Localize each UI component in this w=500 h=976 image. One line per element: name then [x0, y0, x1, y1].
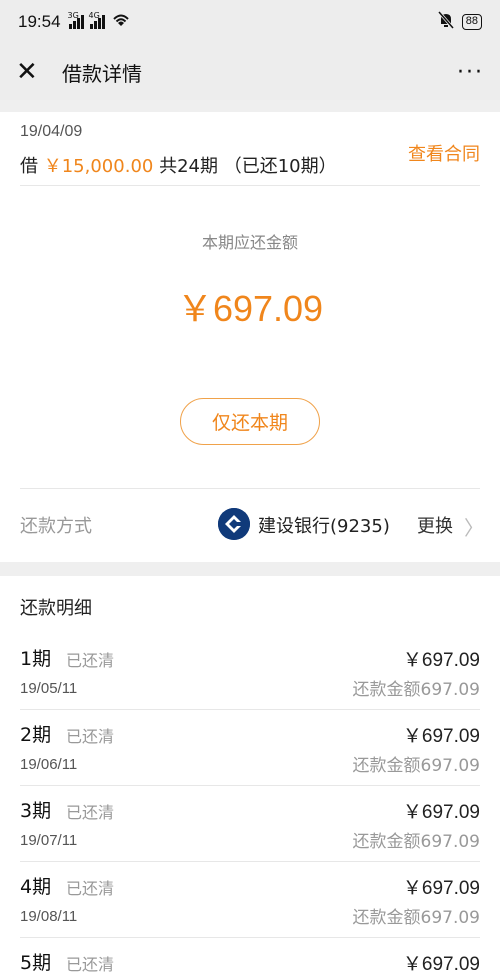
period: 5期 [20, 952, 52, 974]
ccb-bank-logo-icon [218, 508, 250, 540]
list-item[interactable]: 2期 已还清 19/06/11 ￥697.09 还款金额697.09 [0, 710, 500, 786]
paid-amount: 还款金额697.09 [352, 908, 480, 928]
period: 4期 [20, 876, 52, 898]
loan-prefix: 借 [20, 156, 44, 177]
list-item[interactable]: 4期 已还清 19/08/11 ￥697.09 还款金额697.09 [0, 862, 500, 938]
period: 1期 [20, 648, 52, 670]
period-amount: ￥697.09 [402, 650, 480, 671]
period: 3期 [20, 800, 52, 822]
due-amount: ￥697.09 [176, 288, 324, 329]
loan-date: 19/04/09 [20, 123, 83, 140]
mute-bell-icon [437, 11, 454, 33]
status-badge: 已还清 [66, 803, 115, 822]
period-amount: ￥697.09 [402, 954, 480, 975]
period-amount: ￥697.09 [402, 878, 480, 899]
paid-amount: 还款金额697.09 [352, 832, 480, 852]
battery-icon: 88 [461, 14, 482, 30]
status-time: 19:54 [18, 12, 61, 31]
signal-3g-icon: 3G [68, 11, 84, 29]
more-options-icon[interactable]: ··· [457, 60, 484, 85]
loan-amount: ￥15,000.00 [43, 156, 154, 177]
period-amount: ￥697.09 [402, 726, 480, 747]
status-badge: 已还清 [66, 727, 115, 746]
status-badge: 已还清 [66, 955, 115, 974]
repayment-details: 还款明细 1期 已还清 19/05/11 ￥697.09 还款金额697.09 … [0, 576, 500, 976]
chevron-right-icon[interactable]: 〉 [464, 512, 484, 541]
period-amount: ￥697.09 [402, 802, 480, 823]
list-item[interactable]: 3期 已还清 19/07/11 ￥697.09 还款金额697.09 [0, 786, 500, 862]
wifi-icon [111, 12, 131, 32]
due-date: 19/06/11 [20, 756, 78, 773]
pay-current-period-button[interactable]: 仅还本期 [180, 398, 320, 445]
page-title: 借款详情 [62, 61, 142, 86]
payment-method-label: 还款方式 [20, 516, 92, 537]
view-contract-link[interactable]: 查看合同 [408, 140, 480, 166]
status-bar: 19:54 3G 4G 88 [0, 0, 500, 44]
bank-name: 建设银行(9235) [258, 516, 390, 537]
divider [20, 488, 480, 489]
loan-info: 借 ￥15,000.00 共24期 （已还10期） [20, 152, 337, 178]
loan-terms: 共24期 （已还10期） [153, 156, 337, 177]
paid-amount: 还款金额697.09 [352, 756, 480, 776]
paid-amount: 还款金额697.09 [352, 680, 480, 700]
list-item[interactable]: 1期 已还清 19/05/11 ￥697.09 还款金额697.09 [0, 634, 500, 710]
nav-bar: ✕ 借款详情 ··· [0, 44, 500, 100]
status-badge: 已还清 [66, 651, 115, 670]
signal-4g-icon: 4G [89, 11, 105, 29]
status-badge: 已还清 [66, 879, 115, 898]
close-icon[interactable]: ✕ [16, 59, 44, 85]
due-amount-label: 本期应还金额 [201, 233, 298, 252]
due-date: 19/08/11 [20, 908, 78, 925]
repayment-details-title: 还款明细 [20, 598, 92, 619]
divider [20, 185, 480, 186]
change-payment-method-button[interactable]: 更换 [417, 512, 453, 538]
period: 2期 [20, 724, 52, 746]
list-item[interactable]: 5期 已还清 ￥697.09 [0, 938, 500, 976]
due-date: 19/05/11 [20, 680, 78, 697]
due-date: 19/07/11 [20, 832, 78, 849]
loan-summary-card: 19/04/09 借 ￥15,000.00 共24期 （已还10期） 查看合同 … [0, 112, 500, 562]
